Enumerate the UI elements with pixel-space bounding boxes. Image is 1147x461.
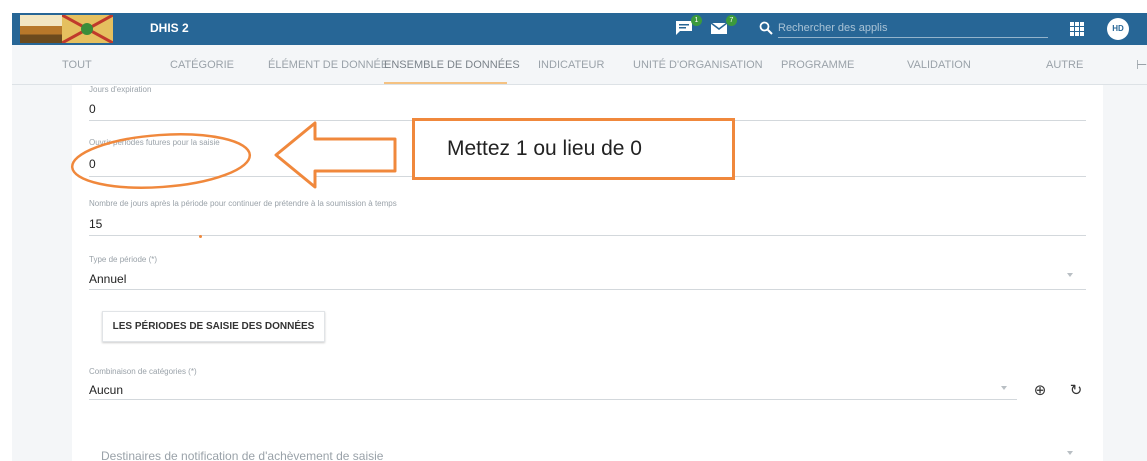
callout-text: Mettez 1 ou lieu de 0 <box>447 137 642 160</box>
highlight-ellipse <box>70 133 252 189</box>
callout-box: Mettez 1 ou lieu de 0 <box>412 118 735 180</box>
annotation-overlay <box>70 121 397 189</box>
arrow-left-icon <box>274 121 397 189</box>
